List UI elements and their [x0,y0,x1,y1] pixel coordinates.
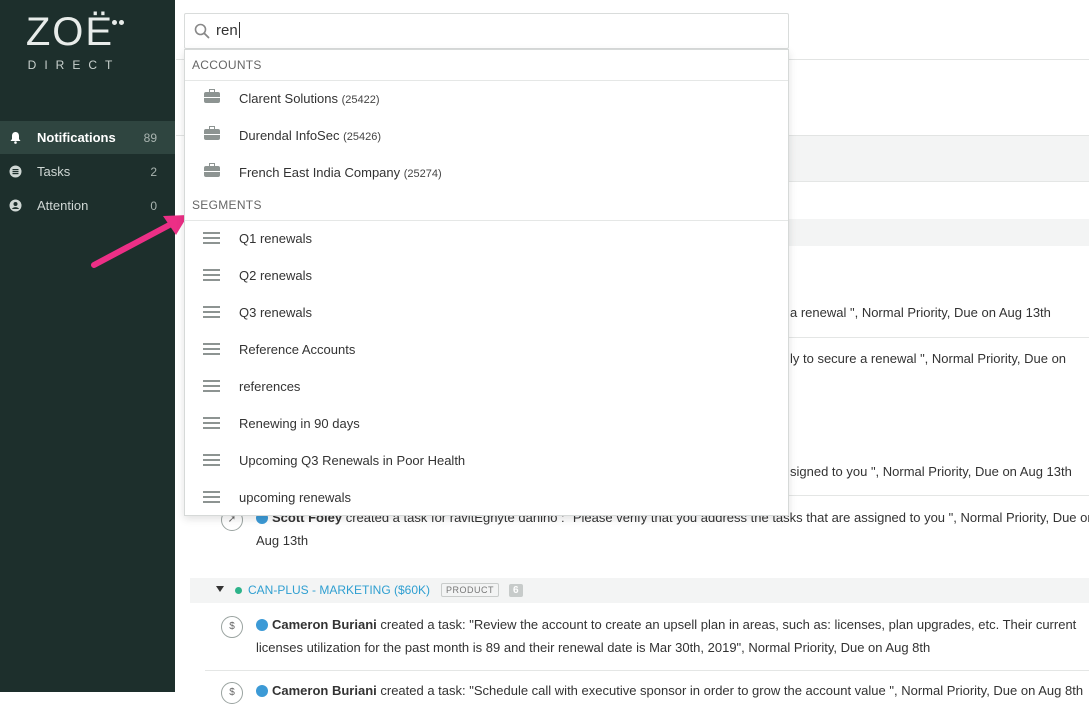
account-id: (25426) [343,131,381,143]
task-icon [256,619,268,631]
notification-text: Cameron Buriani created a task: "Review … [256,617,1076,632]
result-label: French East India Company (25274) [239,165,442,180]
collapse-triangle-icon[interactable] [216,586,224,592]
row-divider [205,670,1089,671]
search-results-dropdown: ACCOUNTS Clarent Solutions (25422) Duren… [184,49,789,516]
list-icon [203,380,220,392]
segments-section-header: SEGMENTS [185,190,788,221]
segment-result-upcoming-q3-renewals-poor-health[interactable]: Upcoming Q3 Renewals in Poor Health [185,442,788,479]
notification-text: ly to secure a renewal ", Normal Priorit… [790,351,1067,366]
section-title: ACCOUNTS [192,58,262,72]
segment-name: Renewing in 90 days [239,416,360,431]
segment-name: Q1 renewals [239,231,312,246]
text-cursor [238,22,240,38]
list-icon [203,232,220,244]
segment-name: Upcoming Q3 Renewals in Poor Health [239,453,466,468]
annotation-arrow-icon [91,215,188,268]
sidebar-item-label: Attention [37,198,89,213]
segment-result-reference-accounts[interactable]: Reference Accounts [185,331,788,368]
list-icon [203,269,220,281]
sidebar: ZOË DIRECT Notifications 89 Tasks 2 Atte… [0,0,175,692]
segment-name: Q2 renewals [239,268,312,283]
account-result-french-east-india-company[interactable]: French East India Company (25274) [185,154,788,191]
account-result-durendal-infosec[interactable]: Durendal InfoSec (25426) [185,117,788,154]
segment-name: Reference Accounts [239,342,356,357]
segment-result-q2-renewals[interactable]: Q2 renewals [185,257,788,294]
segment-result-references[interactable]: references [185,368,788,405]
health-dot-icon [235,587,242,594]
segment-result-q3-renewals[interactable]: Q3 renewals [185,294,788,331]
briefcase-icon [204,126,220,140]
segment-result-upcoming-renewals[interactable]: upcoming renewals [185,479,788,516]
segment-result-q1-renewals[interactable]: Q1 renewals [185,220,788,257]
notification-text: licenses utilization for the past month … [256,640,931,655]
list-icon [203,343,220,355]
notification-body: created a task: "Schedule call with exec… [376,683,1084,698]
group-name-link[interactable]: CAN-PLUS - MARKETING ($60K) [248,583,430,597]
sidebar-item-label: Notifications [37,130,116,145]
account-result-clarent-solutions[interactable]: Clarent Solutions (25422) [185,80,788,117]
notification-text: Aug 13th [256,533,309,548]
product-tag: PRODUCT [441,583,499,597]
section-title: SEGMENTS [192,198,262,212]
logo-dots [110,12,124,30]
account-id: (25422) [341,94,380,106]
author-name: Cameron Buriani [272,617,377,632]
result-label: Clarent Solutions (25422) [239,91,380,106]
search-input-value[interactable]: ren [216,22,240,39]
account-name: Durendal InfoSec [239,128,340,143]
list-icon [203,454,220,466]
briefcase-icon [204,163,220,177]
bell-icon [10,132,21,144]
segment-name: references [239,379,301,394]
upsell-dollar-icon: $ [221,616,243,638]
account-id: (25274) [403,168,442,180]
segment-result-renewing-in-90-days[interactable]: Renewing in 90 days [185,405,788,442]
list-icon [203,417,220,429]
search-icon [194,23,210,39]
notifications-count: 89 [143,130,157,145]
result-label: Durendal InfoSec (25426) [239,128,381,143]
segment-name: Q3 renewals [239,305,312,320]
tasks-count: 2 [150,164,157,179]
search-input[interactable]: ren [184,13,789,49]
account-name: Clarent Solutions [239,91,338,106]
tasks-icon [9,165,22,178]
list-icon [203,491,220,503]
attention-icon [9,199,22,212]
zoe-direct-logo[interactable]: ZOË DIRECT [0,10,140,72]
upsell-dollar-icon: $ [221,682,243,704]
briefcase-icon [204,89,220,103]
sidebar-item-notifications[interactable]: Notifications 89 [0,121,175,154]
notification-text: signed to you ", Normal Priority, Due on… [790,464,1072,479]
notification-text: Cameron Buriani created a task: "Schedul… [256,683,1083,698]
sidebar-item-tasks[interactable]: Tasks 2 [0,155,175,188]
segment-name: upcoming renewals [239,490,352,505]
search-query: ren [216,22,238,39]
accounts-section-header: ACCOUNTS [185,50,788,81]
account-name: French East India Company [239,165,401,180]
author-name: Cameron Buriani [272,683,377,698]
task-icon [256,685,268,697]
notification-text: a renewal ", Normal Priority, Due on Aug… [790,305,1051,320]
notification-body: created a task: "Review the account to c… [376,617,1077,632]
logo-sub-text: DIRECT [27,58,121,72]
sidebar-item-label: Tasks [37,164,71,179]
group-count-badge: 6 [509,584,523,597]
list-icon [203,306,220,318]
